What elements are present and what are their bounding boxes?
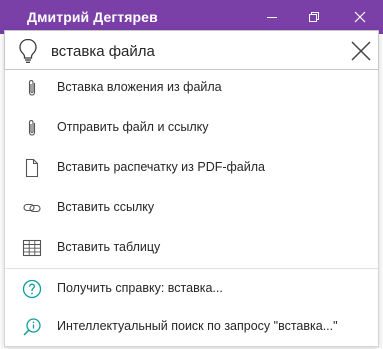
help-item-smart-lookup[interactable]: Интеллектуальный поиск по запросу "встав… [5, 308, 378, 346]
minimize-icon [267, 17, 277, 18]
help-icon [22, 279, 42, 299]
minimize-button[interactable] [249, 0, 295, 34]
result-item-insert-table[interactable]: Вставить таблицу [5, 229, 378, 267]
search-input[interactable] [51, 39, 331, 63]
result-item-insert-link[interactable]: Вставить ссылку [5, 189, 378, 227]
link-icon [22, 198, 42, 218]
clear-search-button[interactable] [350, 40, 372, 62]
result-item-send-file-link[interactable]: Отправить файл и ссылку [5, 109, 378, 147]
help-label: Получить справку: вставка... [57, 281, 223, 295]
paperclip-icon [22, 78, 42, 98]
document-icon [22, 158, 42, 178]
results-divider [5, 268, 378, 269]
result-item-insert-pdf-printout[interactable]: Вставить распечатку из PDF-файла [5, 149, 378, 187]
restore-icon [309, 12, 319, 22]
help-label: Интеллектуальный поиск по запросу "встав… [57, 319, 338, 333]
restore-button[interactable] [291, 0, 337, 34]
result-label: Вставить ссылку [57, 200, 155, 214]
close-window-button[interactable] [337, 0, 383, 34]
lightbulb-icon [19, 38, 37, 63]
user-name[interactable]: Дмитрий Дегтярев [27, 9, 158, 25]
title-bar: Дмитрий Дегтярев [0, 0, 383, 34]
help-item-get-help[interactable]: Получить справку: вставка... [5, 270, 378, 308]
result-label: Вставить распечатку из PDF-файла [57, 160, 265, 174]
close-icon [354, 11, 366, 23]
smart-lookup-icon [22, 317, 42, 337]
result-label: Вставка вложения из файла [57, 80, 222, 94]
result-label: Отправить файл и ссылку [57, 120, 209, 134]
result-label: Вставить таблицу [57, 240, 161, 254]
result-item-insert-attachment[interactable]: Вставка вложения из файла [5, 69, 378, 107]
table-icon [22, 238, 42, 258]
paperclip-icon [22, 118, 42, 138]
tell-me-search-box [4, 30, 379, 70]
